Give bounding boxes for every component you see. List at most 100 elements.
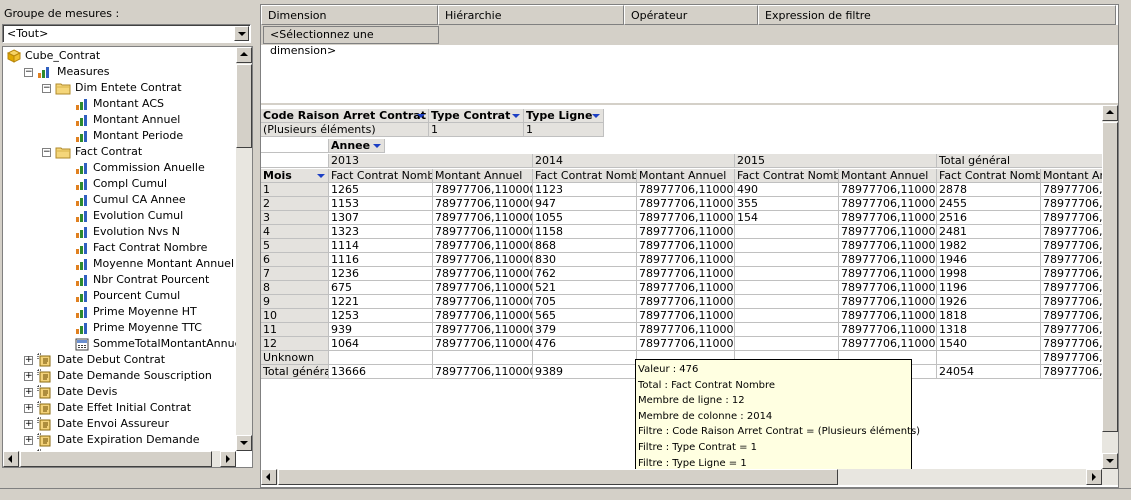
pivot-cell[interactable]: 1946	[937, 253, 1041, 267]
pivot-cell[interactable]: 355	[735, 197, 839, 211]
pivot-cell[interactable]: 78977706,1100009	[433, 365, 533, 379]
pivot-cell[interactable]	[735, 295, 839, 309]
pivot-cell[interactable]: 1540	[937, 337, 1041, 351]
pivot-cell[interactable]: 947	[533, 197, 637, 211]
pivot-cell[interactable]: 2455	[937, 197, 1041, 211]
column-header-measure[interactable]: Fact Contrat Nombre	[533, 169, 637, 183]
scroll-left-button[interactable]	[261, 469, 277, 485]
column-header-measure[interactable]: Montant Annuel	[433, 169, 533, 183]
pivot-cell[interactable]	[735, 267, 839, 281]
filter-dropdown-icon[interactable]	[592, 114, 600, 118]
dropdown-button[interactable]	[234, 26, 249, 41]
pivot-cell[interactable]: 78977706,1100009	[433, 197, 533, 211]
row-header[interactable]: Unknown	[261, 351, 329, 365]
column-header-year[interactable]: Total général	[937, 154, 1118, 168]
pivot-cell[interactable]: 675	[329, 281, 433, 295]
tree-node[interactable]: Prime Moyenne TTC	[3, 320, 235, 336]
scroll-right-button[interactable]	[1086, 469, 1102, 485]
pivot-cell[interactable]: 1055	[533, 211, 637, 225]
pivot-cell[interactable]: 78977706,1100009	[637, 225, 735, 239]
tree-node[interactable]: − Fact Contrat	[3, 144, 235, 160]
pivot-cell[interactable]: 2516	[937, 211, 1041, 225]
tree-horizontal-scrollbar[interactable]	[3, 451, 236, 467]
column-header-measure[interactable]: Fact Contrat Nombre	[937, 169, 1041, 183]
tree-node[interactable]: Evolution Cumul	[3, 208, 235, 224]
pivot-cell[interactable]	[735, 323, 839, 337]
pivot-cell[interactable]: 1307	[329, 211, 433, 225]
collapse-icon[interactable]: −	[42, 148, 51, 157]
pivot-cell[interactable]: 1221	[329, 295, 433, 309]
tree-node[interactable]: Compl Cumul	[3, 176, 235, 192]
scroll-down-button[interactable]	[1102, 453, 1118, 469]
pivot-cell[interactable]: 78977706,1100009	[433, 239, 533, 253]
pivot-cell[interactable]: 1253	[329, 309, 433, 323]
pivot-cell[interactable]: 1926	[937, 295, 1041, 309]
row-field-mois[interactable]: Mois	[261, 169, 329, 183]
filter-dropdown-icon[interactable]	[373, 144, 381, 148]
pivot-cell[interactable]: 868	[533, 239, 637, 253]
scroll-thumb[interactable]	[236, 64, 252, 148]
pivot-cell[interactable]: 565	[533, 309, 637, 323]
expand-icon[interactable]: +	[24, 420, 33, 429]
pivot-cell[interactable]: 78977706,1100009	[839, 197, 937, 211]
tree-node[interactable]: + Date Effet Initial Contrat	[3, 400, 235, 416]
pivot-cell[interactable]: 13666	[329, 365, 433, 379]
pivot-cell[interactable]: 78977706,1100009	[433, 337, 533, 351]
column-header-year[interactable]: 2015	[735, 154, 937, 168]
page-filter-field[interactable]: Type Ligne	[524, 109, 604, 123]
pivot-cell[interactable]: 1236	[329, 267, 433, 281]
row-header[interactable]: Total général	[261, 365, 329, 379]
pivot-horizontal-scrollbar[interactable]	[261, 469, 1118, 485]
page-filter-value[interactable]: 1	[429, 123, 524, 137]
pivot-cell[interactable]: 78977706,1100009	[433, 253, 533, 267]
pivot-cell[interactable]: 78977706,1100009	[839, 337, 937, 351]
page-filter-field[interactable]: Type Contrat	[429, 109, 524, 123]
filter-dropdown-icon[interactable]	[417, 114, 425, 118]
scroll-thumb[interactable]	[20, 451, 212, 467]
pivot-cell[interactable]: 78977706,1100009	[637, 211, 735, 225]
measure-group-select[interactable]: <Tout>	[2, 24, 251, 43]
pivot-cell[interactable]: 1196	[937, 281, 1041, 295]
pivot-cell[interactable]: 78977706,1100009	[433, 267, 533, 281]
expand-icon[interactable]: +	[24, 356, 33, 365]
pivot-cell[interactable]: 78977706,1100009	[433, 183, 533, 197]
scroll-thumb[interactable]	[1102, 122, 1118, 432]
pivot-cell[interactable]	[735, 253, 839, 267]
tree-node[interactable]: Montant ACS	[3, 96, 235, 112]
row-header[interactable]: 6	[261, 253, 329, 267]
pivot-cell[interactable]: 78977706,1100009	[839, 267, 937, 281]
pivot-cell[interactable]: 78977706,1100009	[839, 295, 937, 309]
pivot-cell[interactable]: 78977706,1100009	[433, 225, 533, 239]
row-header[interactable]: 7	[261, 267, 329, 281]
pivot-cell[interactable]: 1116	[329, 253, 433, 267]
scroll-up-button[interactable]	[236, 47, 252, 63]
pivot-blank[interactable]	[261, 139, 329, 153]
scroll-up-button[interactable]	[1102, 105, 1118, 121]
pivot-cell[interactable]: 1998	[937, 267, 1041, 281]
expand-icon[interactable]: +	[24, 388, 33, 397]
pivot-cell[interactable]: 78977706,1100009	[839, 253, 937, 267]
tree-node[interactable]: SommeTotalMontantAnnuelTes1	[3, 336, 252, 352]
tree-vertical-scrollbar[interactable]	[236, 47, 252, 451]
scroll-thumb[interactable]	[278, 469, 838, 485]
tree-node[interactable]: + Date Expiration Demande	[3, 432, 235, 448]
expand-icon[interactable]: +	[24, 436, 33, 445]
pivot-cell[interactable]: 939	[329, 323, 433, 337]
pivot-cell[interactable]: 78977706,1100009	[433, 323, 533, 337]
metadata-tree[interactable]: Cube_Contrat − Measures − Dim Entete Contrat…	[2, 46, 253, 468]
page-filter-field[interactable]: Code Raison Arret Contrat	[261, 109, 429, 123]
pivot-cell[interactable]: 78977706,1100009	[637, 183, 735, 197]
pivot-cell[interactable]: 78977706,1100009	[839, 211, 937, 225]
tree-node[interactable]: Moyenne Montant Annuel	[3, 256, 235, 272]
pivot-cell[interactable]: 78977706,1100009	[433, 281, 533, 295]
tree-node[interactable]: + Date Debut Contrat	[3, 352, 235, 368]
pivot-cell[interactable]	[433, 351, 533, 365]
tree-node[interactable]: + Date Demande Souscription	[3, 368, 235, 384]
tree-node[interactable]: Cumul CA Annee	[3, 192, 235, 208]
pivot-cell[interactable]: 762	[533, 267, 637, 281]
tree-node[interactable]: + Date Envoi Assureur	[3, 416, 235, 432]
pivot-cell[interactable]: 78977706,1100009	[637, 267, 735, 281]
column-header-hierarchy[interactable]: Hiérarchie	[438, 5, 624, 25]
scroll-down-button[interactable]	[236, 435, 252, 451]
column-header-year[interactable]: 2014	[533, 154, 735, 168]
